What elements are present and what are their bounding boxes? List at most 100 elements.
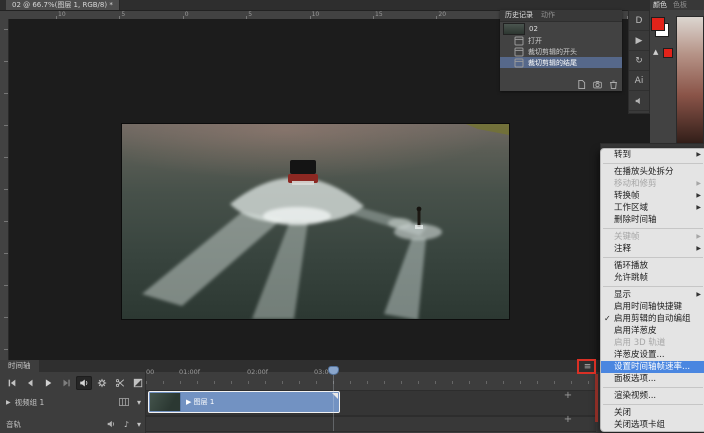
color-ramp[interactable]	[676, 16, 704, 144]
ruler-label: 5	[121, 11, 125, 19]
timeline-tick	[231, 381, 232, 384]
menu-item-label: 渲染视频...	[614, 391, 656, 401]
delete-state-icon[interactable]	[609, 80, 618, 89]
go-to-previous-frame-button[interactable]	[22, 376, 38, 390]
submenu-arrow-icon: ▶	[696, 202, 701, 214]
timeline-tick	[282, 381, 283, 384]
foreground-color-swatch[interactable]	[651, 17, 665, 31]
menu-item: 关键帧▶	[601, 231, 704, 243]
audio-track-row[interactable]: 音轨♪▾	[0, 417, 145, 431]
menu-item[interactable]: 启用时间轴快捷键	[601, 301, 704, 313]
timeline-ruler[interactable]: 0001:00f02:00f03:00f	[146, 368, 596, 382]
menu-item[interactable]: 面板选项...	[601, 373, 704, 385]
playhead[interactable]	[328, 366, 339, 375]
video-track-row[interactable]: ▶视频组 1▾	[0, 393, 145, 411]
play-panel-icon[interactable]: ▶	[629, 31, 649, 51]
timeline-tab[interactable]: 时间轴	[0, 360, 39, 372]
menu-item[interactable]: 启用洋葱皮	[601, 325, 704, 337]
timeline-tick	[571, 381, 572, 384]
history-snapshot-row[interactable]: 02	[500, 22, 622, 35]
menu-item[interactable]: 转换帧▶	[601, 190, 704, 202]
history-item[interactable]: 打开	[500, 35, 622, 46]
menu-item[interactable]: 显示▶	[601, 289, 704, 301]
split-at-playhead-button[interactable]	[112, 376, 128, 390]
timeline-tick	[588, 381, 589, 384]
history-panel-tab[interactable]: 动作	[541, 10, 555, 21]
timeline-tick	[384, 381, 385, 384]
menu-item[interactable]: 转到▶	[601, 149, 704, 161]
menu-item-label: 面板选项...	[614, 374, 656, 384]
color-panel-tab[interactable]: 颜色	[653, 0, 667, 10]
menu-item[interactable]: 删除时间轴	[601, 214, 704, 226]
go-to-first-frame-button[interactable]	[4, 376, 20, 390]
d-panel-icon[interactable]: D	[629, 11, 649, 31]
menu-item-label: 移动和修剪	[614, 179, 657, 189]
gamut-color-swatch[interactable]	[663, 48, 673, 58]
menu-item-label: 转换帧	[614, 191, 640, 201]
go-to-next-frame-button[interactable]	[58, 376, 74, 390]
timeline-tick	[401, 381, 402, 384]
add-video-media-button[interactable]: +	[561, 390, 575, 402]
video-frame-art	[122, 124, 509, 319]
menu-item[interactable]: 关闭选项卡组	[601, 419, 704, 431]
audio-playback-button[interactable]	[76, 376, 92, 390]
menu-item-label: 关闭选项卡组	[614, 420, 665, 430]
menu-item[interactable]: ✓启用剪辑的自动编组	[601, 313, 704, 325]
menu-item[interactable]: 工作区域 ▶	[601, 202, 704, 214]
menu-item-label: 删除时间轴	[614, 215, 657, 225]
menu-item-label: 洋葱皮设置...	[614, 350, 665, 360]
ruler-label: 10	[58, 11, 66, 19]
menu-item[interactable]: 允许跳帧	[601, 272, 704, 284]
ruler-label: 20	[438, 11, 446, 19]
menu-item[interactable]: 洋葱皮设置...	[601, 349, 704, 361]
menu-item-label: 关闭	[614, 408, 631, 418]
rotate-view-panel-icon[interactable]: ↻	[629, 51, 649, 71]
vertical-ruler	[0, 19, 9, 360]
timeline-tick	[452, 381, 453, 384]
ruler-tick	[4, 125, 8, 126]
transition-button[interactable]	[130, 376, 146, 390]
history-item[interactable]: 裁切剪辑的开头	[500, 46, 622, 57]
timecode-label: 01:00f	[179, 368, 200, 376]
menu-item[interactable]: 注释▶	[601, 243, 704, 255]
history-panel-tab[interactable]: 历史记录	[505, 10, 533, 21]
add-audio-media-button[interactable]: +	[561, 414, 575, 426]
track-expander-icon[interactable]: ▶	[6, 399, 11, 406]
timeline-tick	[435, 381, 436, 384]
ruler-tick	[4, 317, 8, 318]
menu-item[interactable]: 渲染视频...	[601, 390, 704, 402]
dropdown-icon[interactable]: ▾	[137, 398, 141, 407]
menu-item-label: 关键帧	[614, 232, 640, 242]
audio-lane[interactable]	[146, 416, 596, 432]
ruler-tick	[4, 157, 8, 158]
ruler-tick	[4, 61, 8, 62]
ai-panel-icon[interactable]: Ai	[629, 71, 649, 91]
menu-item[interactable]: 关闭	[601, 407, 704, 419]
menu-item[interactable]: 设置时间轴帧速率...	[601, 361, 704, 373]
timeline-tick	[503, 381, 504, 384]
timeline-tick	[537, 381, 538, 384]
timeline-tick	[197, 381, 198, 384]
menu-item[interactable]: 在播放头处拆分	[601, 166, 704, 178]
panel-dock: D▶↻Ai	[628, 10, 650, 114]
video-clip[interactable]: ▶ 图层 1	[148, 391, 340, 413]
settings-gear-button[interactable]	[94, 376, 110, 390]
play-button[interactable]	[40, 376, 56, 390]
history-item[interactable]: 裁切剪辑的结尾	[500, 57, 622, 68]
document-tab[interactable]: 02 @ 66.7%(图层 1, RGB/8) *	[6, 0, 120, 10]
menu-item-label: 工作区域	[614, 203, 648, 213]
speaker-icon[interactable]	[106, 419, 116, 429]
color-panel-tab[interactable]: 色板	[673, 0, 687, 10]
music-note-icon[interactable]: ♪	[124, 420, 129, 429]
dropdown-icon[interactable]: ▾	[137, 420, 141, 429]
timeline-tick	[554, 381, 555, 384]
settings-gear-icon	[97, 378, 107, 388]
new-document-from-state-icon[interactable]	[577, 80, 586, 89]
speaker-panel-icon[interactable]	[629, 91, 649, 111]
transition-icon	[133, 378, 143, 388]
menu-item[interactable]: 循环播放	[601, 260, 704, 272]
new-snapshot-icon[interactable]	[593, 80, 602, 89]
filmstrip-icon[interactable]	[119, 397, 129, 407]
split-at-playhead-icon	[115, 378, 125, 388]
go-to-next-frame-icon	[61, 378, 71, 388]
